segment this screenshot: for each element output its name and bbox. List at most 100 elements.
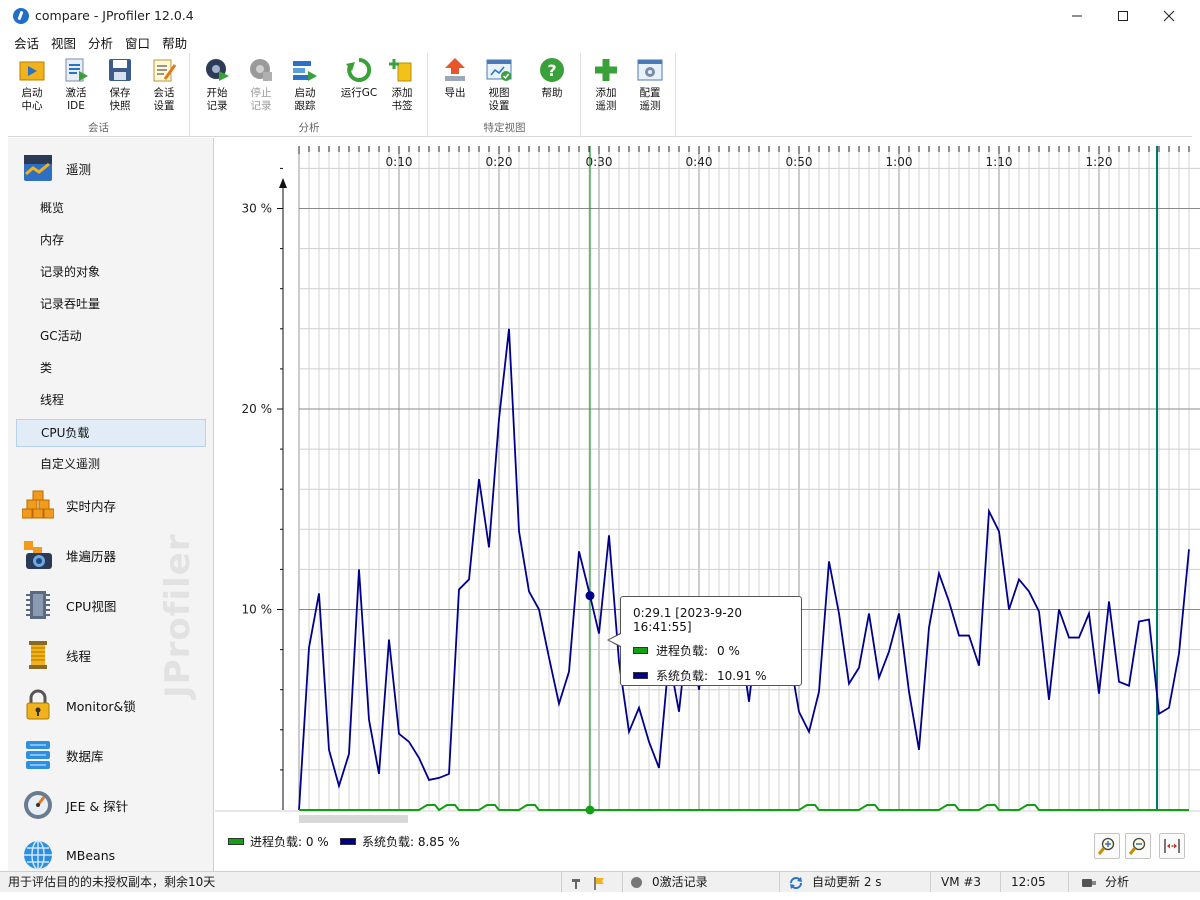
run-gc-button[interactable]: 运行GC: [335, 57, 383, 100]
tooltip-process-row: 进程负载: 0 %: [633, 642, 801, 659]
save-snapshot-button[interactable]: 保存 快照: [98, 57, 142, 113]
close-button[interactable]: [1146, 0, 1192, 31]
legend-process-swatch: [228, 838, 244, 845]
sidebar-section-telemetry[interactable]: 遥测: [22, 148, 91, 188]
tooltip-process-value: 0 %: [717, 643, 740, 658]
sidebar-item-cpu-load[interactable]: CPU负载: [16, 419, 206, 447]
zoom-out-icon: [1129, 837, 1146, 855]
process-load-hover-point: [585, 805, 595, 815]
sidebar-item-recorded-objects[interactable]: 记录的对象: [40, 262, 100, 282]
menu-window[interactable]: 窗口: [119, 33, 156, 52]
refresh-icon: [790, 876, 802, 889]
sidebar-section-live-memory[interactable]: 实时内存: [22, 485, 116, 525]
jprofiler-app-icon: [13, 7, 29, 24]
sidebar-section-live-memory-label: 实时内存: [66, 498, 117, 514]
y-axis-arrow: [279, 178, 287, 188]
toolbar-group-label-session: 会话: [88, 122, 109, 134]
navigation-sidebar: 遥测 概览 内存 记录的对象 记录吞吐量 GC活动 类 线程 CPU负载 自定义…: [8, 138, 214, 871]
export-button[interactable]: 导出: [433, 57, 477, 100]
sidebar-section-heap-walker[interactable]: 堆遍历器: [22, 535, 116, 575]
flag-icon[interactable]: [592, 876, 606, 890]
tooltip-system-label: 系统负载:: [656, 669, 709, 683]
hammer-icon[interactable]: [570, 876, 584, 890]
sidebar-item-memory[interactable]: 内存: [40, 230, 64, 250]
start-recording-button[interactable]: 开始 记录: [195, 57, 239, 113]
zoom-out-button[interactable]: [1125, 833, 1151, 859]
legend-system-label: 系统负载: 8.85 %: [362, 835, 460, 849]
sidebar-item-overview[interactable]: 概览: [40, 198, 64, 218]
profiling-mode-status[interactable]: 分析: [1068, 872, 1200, 893]
tooltip-system-row: 系统负载: 10.91 %: [633, 667, 801, 684]
menu-help[interactable]: 帮助: [156, 33, 193, 52]
add-telemetry-button[interactable]: 添加 遥测: [584, 57, 628, 113]
y-tick-label: 10 %: [242, 603, 273, 617]
start-tracking-button[interactable]: 启动 跟踪: [283, 57, 327, 113]
auto-update-label: 自动更新 2 s: [812, 875, 882, 889]
profiling-mode-icon: [1082, 878, 1096, 887]
database-icon: [26, 741, 50, 769]
sidebar-item-custom-telemetry[interactable]: 自定义遥测: [40, 454, 100, 474]
save-snapshot-icon: [109, 59, 131, 81]
zoom-in-icon: [1098, 837, 1115, 855]
add-bookmark-button[interactable]: 添加 书签: [380, 57, 424, 113]
fit-width-button[interactable]: [1159, 833, 1185, 859]
cpu-load-chart[interactable]: 10 %20 %30 %0:10 0:20 0:30 0:40 0:50 1:00 1:10…: [215, 138, 1200, 871]
sidebar-section-cpu-views[interactable]: CPU视图: [22, 585, 116, 625]
start-recording-icon: [206, 59, 229, 81]
recordings-status[interactable]: 0激活记录: [622, 872, 778, 893]
sidebar-section-monitors-locks-label: Monitor&锁: [66, 698, 136, 714]
sidebar-section-databases-label: 数据库: [66, 748, 104, 764]
add-telemetry-icon: [595, 59, 617, 81]
sidebar-item-gc-activity[interactable]: GC活动: [40, 326, 82, 346]
menu-view[interactable]: 视图: [45, 33, 82, 52]
zoom-in-button[interactable]: [1094, 833, 1120, 859]
x-tick-label: 1:20: [1086, 155, 1113, 169]
license-status: 用于评估目的的未授权副本，剩余10天: [8, 875, 216, 889]
activate-ide-button[interactable]: 激活 IDE: [54, 57, 98, 113]
sidebar-item-recorded-throughput[interactable]: 记录吞吐量: [40, 294, 100, 314]
session-settings-button[interactable]: 会话 设置: [142, 57, 186, 113]
sidebar-section-mbeans[interactable]: MBeans: [22, 835, 115, 871]
legend-system-load: 系统负载: 8.85 %: [340, 833, 460, 850]
stop-recording-icon: [250, 59, 272, 81]
mbeans-icon: [24, 840, 52, 870]
maximize-button[interactable]: [1100, 0, 1146, 31]
sidebar-section-threads[interactable]: 线程: [22, 635, 91, 675]
help-button[interactable]: ? 帮助: [530, 57, 574, 100]
heap-walker-icon: [24, 541, 52, 569]
threads-icon: [29, 641, 47, 669]
sidebar-item-threads[interactable]: 线程: [40, 390, 64, 410]
toolbar-group-telemetry: 添加 遥测 配置 遥测: [582, 53, 676, 137]
recording-indicator-icon: [631, 877, 642, 888]
sidebar-section-jee-probes[interactable]: JEE & 探针: [22, 785, 128, 825]
view-settings-button[interactable]: 视图 设置: [477, 57, 521, 113]
menu-bar: 会话 视图 分析 窗口 帮助: [0, 31, 1200, 53]
tooltip-process-swatch: [633, 647, 648, 654]
export-icon: [445, 58, 465, 81]
sidebar-section-databases[interactable]: 数据库: [22, 735, 104, 775]
sidebar-item-classes[interactable]: 类: [40, 358, 52, 378]
chart-scrollbar-thumb[interactable]: [299, 815, 408, 823]
stop-recording-button[interactable]: 停止 记录: [239, 57, 283, 113]
view-settings-icon: [486, 59, 512, 81]
sidebar-section-heap-walker-label: 堆遍历器: [66, 548, 117, 564]
menu-session[interactable]: 会话: [8, 33, 45, 52]
menu-profiling[interactable]: 分析: [82, 33, 119, 52]
tooltip-pointer-fill: [609, 634, 621, 646]
x-tick-label: 1:10: [986, 155, 1013, 169]
minimize-icon: [1072, 15, 1082, 16]
auto-update-status[interactable]: 自动更新 2 s: [779, 872, 929, 893]
toolbar-group-profiling: 开始 记录 停止 记录 启动 跟踪 运行GC 添加 书签 分析: [191, 53, 428, 137]
configure-telemetry-button[interactable]: 配置 遥测: [628, 57, 672, 113]
toolbar-group-label-profiling: 分析: [298, 122, 320, 134]
run-gc-icon: [346, 57, 372, 82]
x-tick-label: 0:50: [786, 155, 813, 169]
vm-status: VM #3: [930, 872, 1000, 893]
toolbar-group-label-view-specific: 特定视图: [483, 122, 526, 134]
add-bookmark-icon: [389, 59, 412, 82]
maximize-icon: [1118, 10, 1128, 21]
sidebar-section-monitors-locks[interactable]: Monitor&锁: [22, 685, 136, 725]
close-icon: [1163, 10, 1175, 21]
start-center-button[interactable]: 启动 中心: [10, 57, 54, 113]
minimize-button[interactable]: [1054, 0, 1100, 31]
